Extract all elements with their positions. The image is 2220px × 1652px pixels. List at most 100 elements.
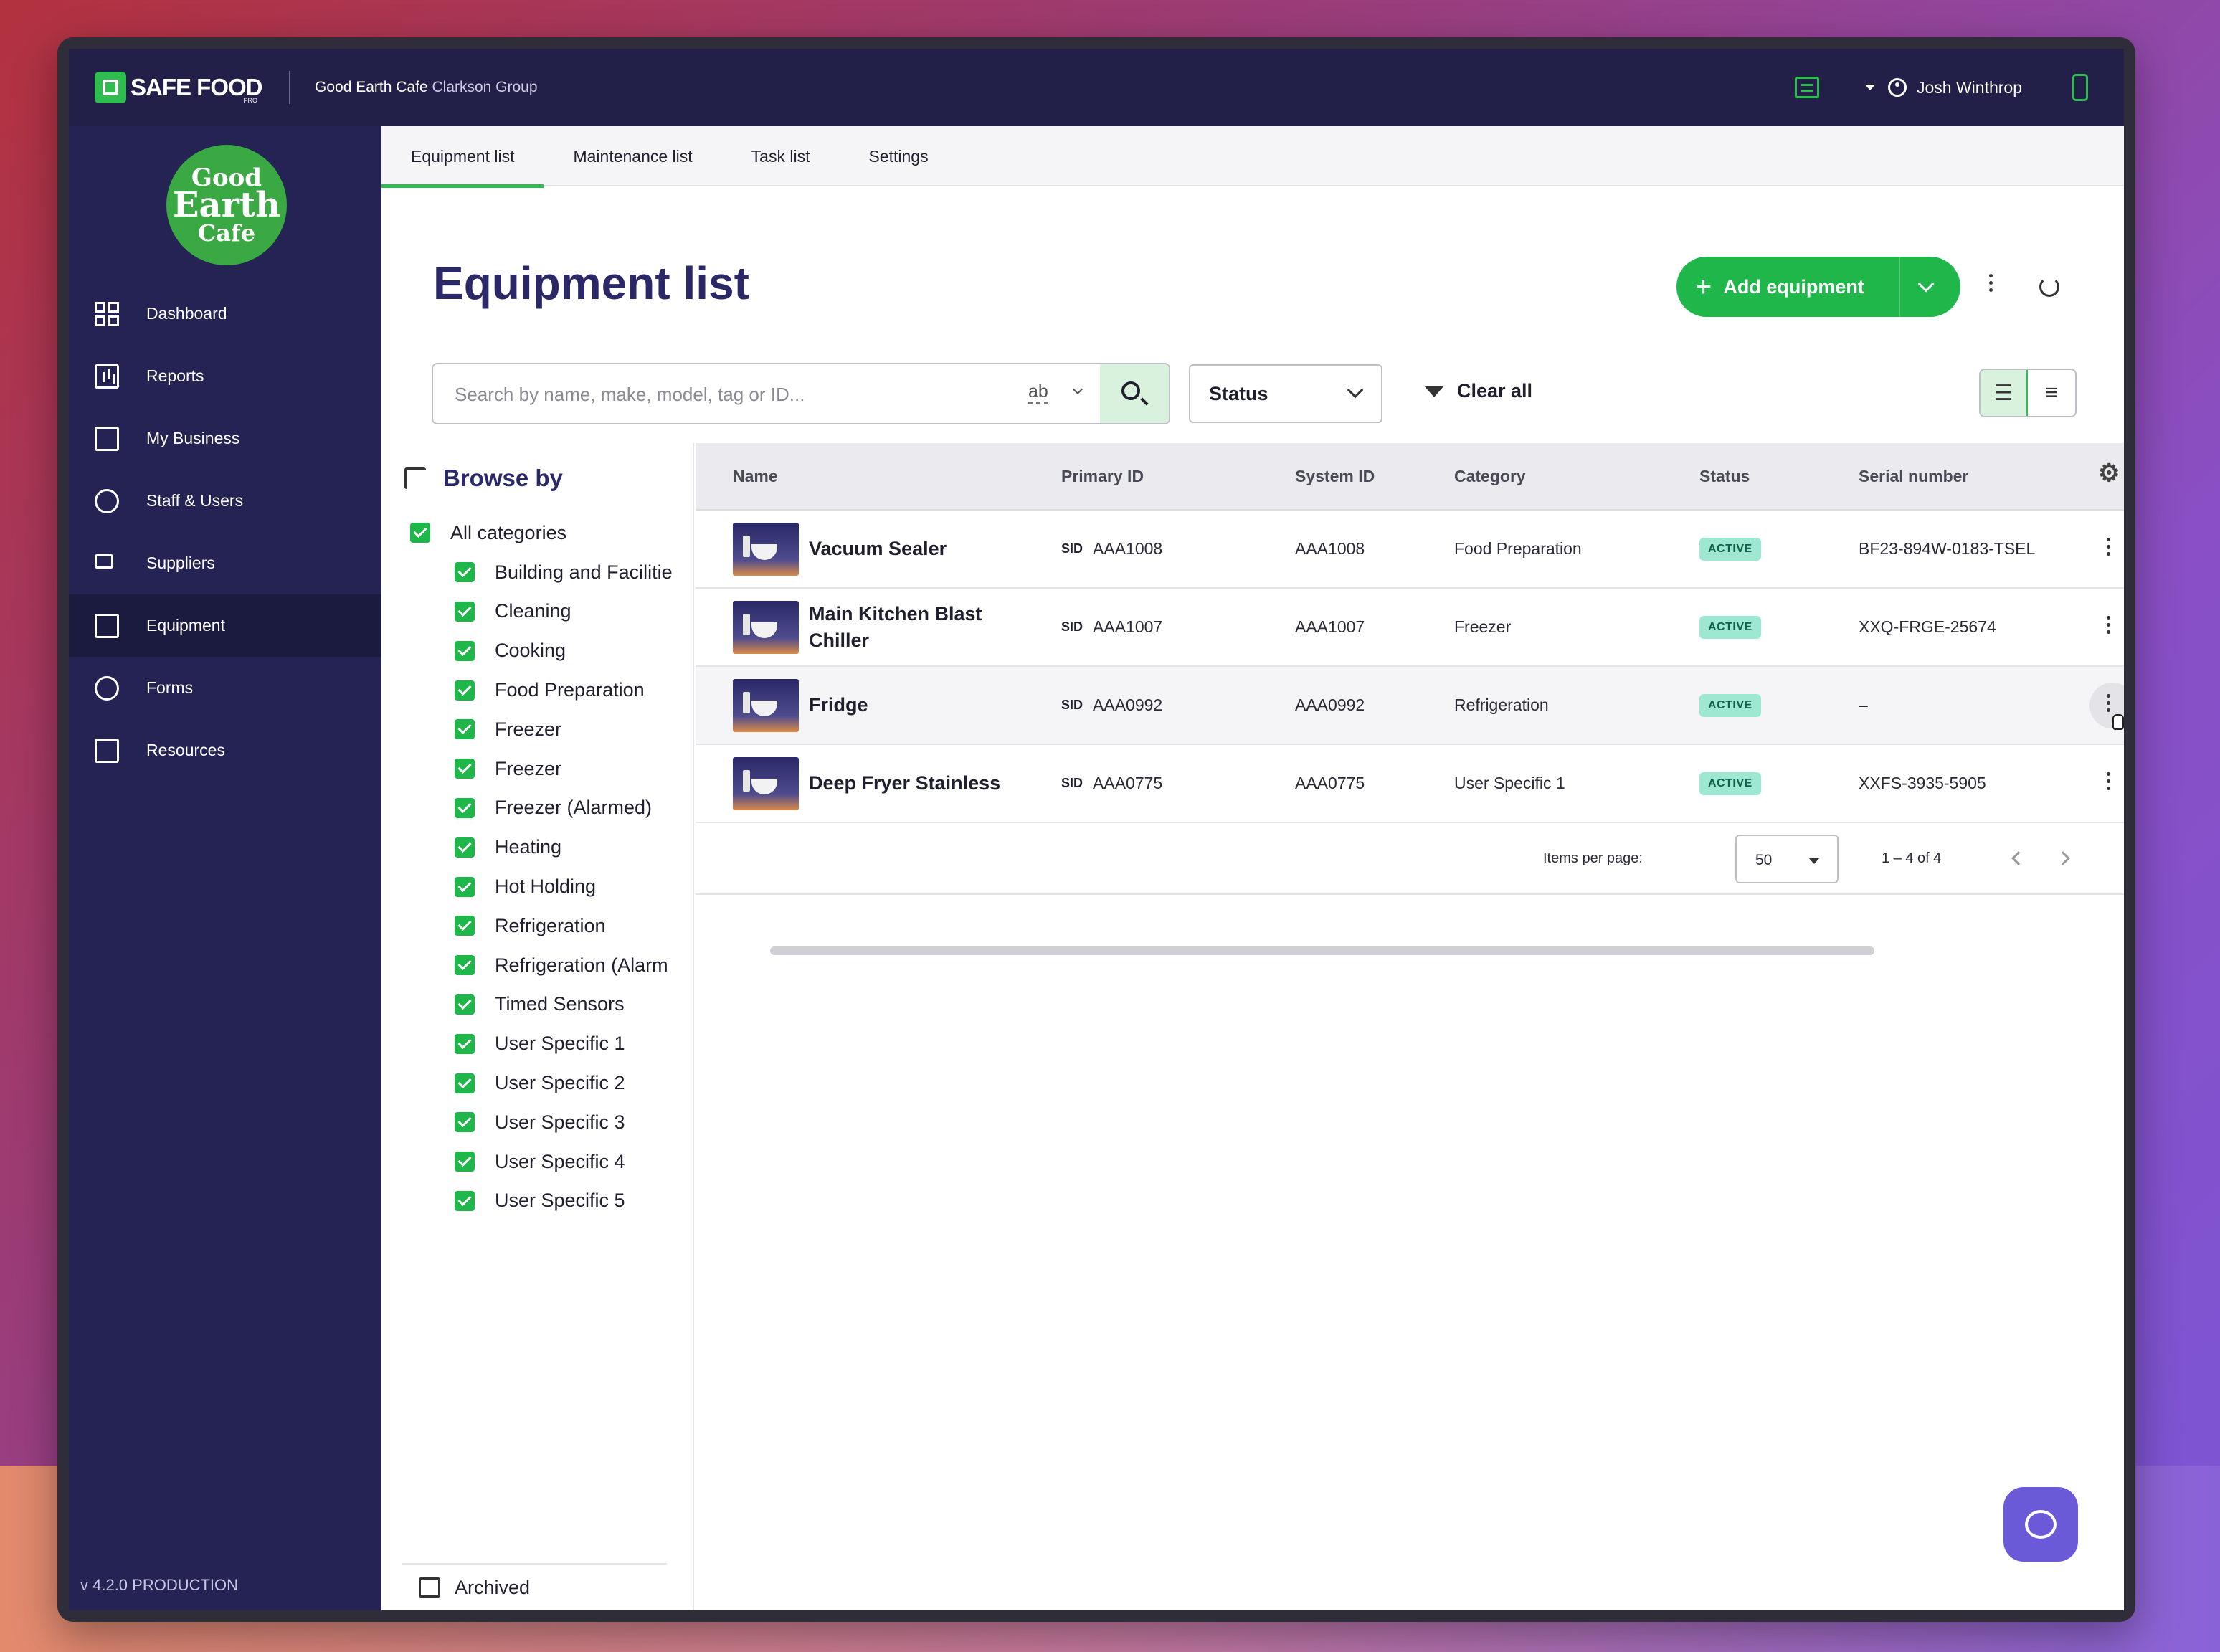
checkbox[interactable]	[455, 719, 475, 740]
table-row[interactable]: Fridge SID AAA0992 AAA0992 Refrigeration …	[696, 667, 2124, 745]
chevron-down-icon[interactable]	[1917, 275, 1935, 293]
category-item[interactable]: Freezer	[410, 749, 673, 789]
tab-settings[interactable]: Settings	[839, 126, 957, 186]
category-item[interactable]: Food Preparation	[410, 670, 673, 710]
help-chat-button[interactable]	[2003, 1487, 2078, 1562]
add-equipment-button[interactable]: + Add equipment	[1676, 257, 1960, 317]
table-row[interactable]: Deep Fryer Stainless SID AAA0775 AAA0775 …	[696, 745, 2124, 823]
category-label: User Specific 5	[495, 1190, 625, 1212]
horizontal-scrollbar[interactable]	[770, 946, 1874, 955]
category-item[interactable]: Cleaning	[410, 592, 673, 632]
category-all[interactable]: All categories	[410, 513, 673, 553]
sidebar-item-staff-users[interactable]: Staff & Users	[69, 470, 381, 532]
checkbox[interactable]	[455, 1112, 475, 1133]
category-item[interactable]: Freezer	[410, 710, 673, 749]
sidebar-item-my-business[interactable]: My Business	[69, 407, 381, 470]
checkbox[interactable]	[455, 837, 475, 858]
more-vert-icon[interactable]	[2107, 694, 2111, 716]
gear-icon[interactable]: ⚙	[2098, 459, 2120, 488]
category-item[interactable]: User Specific 5	[410, 1182, 673, 1221]
archived-link[interactable]: Archived	[402, 1563, 667, 1610]
category-item[interactable]: Refrigeration	[410, 906, 673, 946]
category-item[interactable]: Timed Sensors	[410, 985, 673, 1025]
category-item[interactable]: User Specific 3	[410, 1103, 673, 1142]
equipment-thumbnail	[733, 600, 799, 654]
checkbox[interactable]	[455, 640, 475, 661]
logo-mark-icon	[95, 72, 126, 103]
equipment-name[interactable]: Fridge	[809, 692, 868, 718]
checkbox[interactable]	[455, 1190, 475, 1211]
category-label: Cleaning	[495, 600, 571, 622]
view-toggle: ☰ ≡	[1979, 369, 2077, 417]
table-row[interactable]: Vacuum Sealer SID AAA1008 AAA1008 Food Pr…	[696, 511, 2124, 589]
column-header-status[interactable]: Status	[1699, 467, 1750, 486]
checkbox[interactable]	[455, 1152, 475, 1172]
checkbox[interactable]	[455, 562, 475, 583]
clear-all-button[interactable]: Clear all	[1424, 380, 1532, 402]
category-item[interactable]: User Specific 4	[410, 1142, 673, 1182]
category-label: Food Preparation	[495, 679, 645, 701]
search-input[interactable]	[455, 380, 1000, 409]
category-item[interactable]: Hot Holding	[410, 867, 673, 906]
table-row[interactable]: Main Kitchen Blast Chiller SID AAA1007 AA…	[696, 589, 2124, 667]
more-vert-icon[interactable]	[2107, 616, 2111, 637]
safefood-logo[interactable]: SAFE FOOD PRO	[95, 72, 276, 104]
category-item[interactable]: Cooking	[410, 631, 673, 670]
category-item[interactable]: User Specific 2	[410, 1063, 673, 1103]
caret-down-icon[interactable]	[1864, 85, 1875, 90]
status-dropdown[interactable]: Status	[1189, 364, 1382, 423]
tab-maintenance-list[interactable]: Maintenance list	[544, 126, 721, 186]
search-mode-icon[interactable]: ab	[1028, 381, 1048, 404]
column-header-category[interactable]: Category	[1454, 467, 1526, 486]
chevron-down-icon[interactable]	[1072, 384, 1083, 395]
sidebar-item-reports[interactable]: Reports	[69, 345, 381, 407]
checkbox[interactable]	[455, 955, 475, 976]
equipment-name[interactable]: Vacuum Sealer	[809, 536, 947, 561]
chevron-left-icon[interactable]	[2011, 851, 2026, 865]
checkbox[interactable]	[455, 1033, 475, 1054]
checkbox[interactable]	[455, 916, 475, 936]
category-item[interactable]: User Specific 1	[410, 1024, 673, 1063]
equipment-name[interactable]: Deep Fryer Stainless	[809, 770, 1000, 796]
chat-icon[interactable]	[1794, 77, 1819, 98]
category-item[interactable]: Freezer (Alarmed)	[410, 789, 673, 828]
checkbox[interactable]	[410, 523, 430, 543]
equipment-name[interactable]: Main Kitchen Blast Chiller	[809, 601, 1024, 653]
checkbox[interactable]	[455, 1073, 475, 1093]
user-circle-icon[interactable]	[1887, 78, 1907, 97]
checkbox[interactable]	[455, 601, 475, 622]
tab-task-list[interactable]: Task list	[722, 126, 840, 186]
more-vert-icon[interactable]	[2107, 772, 2111, 794]
category-item[interactable]: Heating	[410, 827, 673, 867]
tab-equipment-list[interactable]: Equipment list	[381, 126, 544, 188]
category-item[interactable]: Building and Facilitie	[410, 553, 673, 592]
checkbox[interactable]	[455, 680, 475, 701]
search-button[interactable]	[1100, 364, 1169, 423]
checkbox[interactable]	[455, 994, 475, 1015]
column-header-name[interactable]: Name	[733, 467, 778, 486]
sidebar-item-suppliers[interactable]: Suppliers	[69, 532, 381, 594]
sidebar-item-equipment[interactable]: Equipment	[69, 594, 381, 657]
sidebar-item-forms[interactable]: Forms	[69, 657, 381, 719]
org-selector[interactable]: Good Earth Cafe Clarkson Group	[315, 79, 538, 96]
primary-id: AAA1008	[1093, 539, 1163, 558]
more-vert-icon[interactable]	[2107, 538, 2111, 559]
refresh-icon[interactable]	[2039, 277, 2059, 297]
user-name[interactable]: Josh Winthrop	[1917, 78, 2022, 98]
category-item[interactable]: Refrigeration (Alarm	[410, 946, 673, 985]
compact-list-icon[interactable]: ≡	[2028, 370, 2075, 416]
checkbox[interactable]	[455, 797, 475, 818]
checkbox[interactable]	[455, 759, 475, 779]
sidebar-item-resources[interactable]: Resources	[69, 719, 381, 782]
column-header-serial-number[interactable]: Serial number	[1859, 467, 1968, 486]
column-header-primary-id[interactable]: Primary ID	[1061, 467, 1144, 486]
checkbox[interactable]	[455, 876, 475, 897]
phone-icon[interactable]	[2072, 74, 2088, 101]
org-group: Clarkson Group	[432, 79, 538, 95]
detailed-list-icon[interactable]: ☰	[1981, 370, 2029, 416]
column-header-system-id[interactable]: System ID	[1295, 467, 1375, 486]
items-per-page-select[interactable]: 50	[1735, 835, 1839, 883]
chevron-right-icon[interactable]	[2056, 851, 2070, 865]
more-vert-icon[interactable]	[1989, 274, 1993, 295]
sidebar-item-dashboard[interactable]: Dashboard	[69, 283, 381, 345]
